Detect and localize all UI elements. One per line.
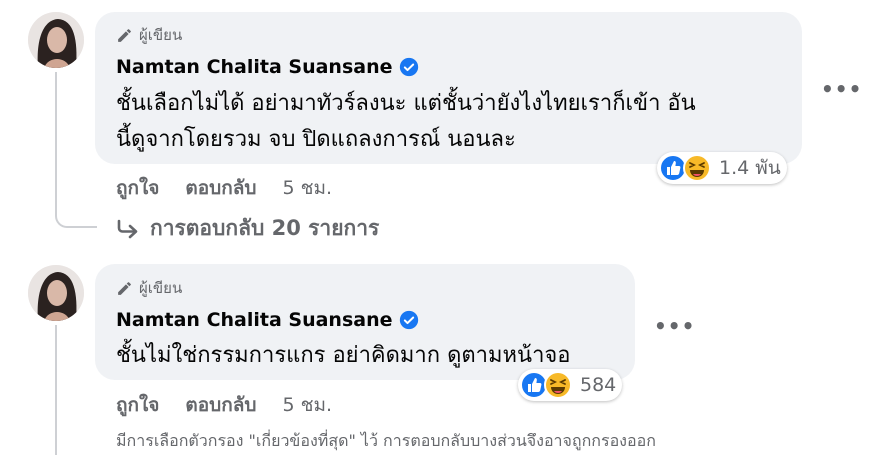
comment-text-line-1: ชั้นไม่ใช่กรรมการแกร อย่าคิดมาก ดูตามหน้… xyxy=(116,343,571,368)
comment-actions: ถูกใจ ตอบกลับ 5 ชม. xyxy=(116,390,332,420)
verified-badge-icon xyxy=(399,57,418,77)
like-button[interactable]: ถูกใจ xyxy=(116,390,159,420)
reply-button[interactable]: ตอบกลับ xyxy=(185,173,256,203)
author-name[interactable]: Namtan Chalita Suansane xyxy=(116,56,393,78)
reply-button[interactable]: ตอบกลับ xyxy=(185,390,256,420)
reactions-summary[interactable]: 584 xyxy=(518,369,623,401)
pencil-icon xyxy=(118,281,131,295)
comment-actions: ถูกใจ ตอบกลับ 5 ชม. xyxy=(116,173,332,203)
thread-line xyxy=(55,325,57,455)
more-options-icon[interactable]: ••• xyxy=(821,77,862,101)
author-name-row: Namtan Chalita Suansane xyxy=(116,56,419,78)
author-badge: ผู้เขียน xyxy=(116,23,182,47)
comment-timestamp[interactable]: 5 ชม. xyxy=(282,173,332,203)
haha-reaction-icon xyxy=(544,371,572,399)
comment-timestamp[interactable]: 5 ชม. xyxy=(282,390,332,420)
view-replies-label: การตอบกลับ 20 รายการ xyxy=(150,216,380,240)
verified-badge-icon xyxy=(399,310,418,330)
thread-connector xyxy=(55,200,97,228)
comment-text-line-1: ชั้นเลือกไม่ได้ อย่ามาทัวร์ลงนะ แต่ชั้นว… xyxy=(116,91,696,116)
author-name-row: Namtan Chalita Suansane xyxy=(116,309,419,331)
author-badge-label: ผู้เขียน xyxy=(139,26,183,44)
author-badge: ผู้เขียน xyxy=(116,276,182,300)
reaction-count: 584 xyxy=(580,374,617,396)
thread-line xyxy=(55,72,57,212)
more-options-icon[interactable]: ••• xyxy=(654,314,695,338)
reactions-summary[interactable]: 1.4 พัน xyxy=(657,152,787,184)
view-replies-link[interactable]: การตอบกลับ 20 รายการ xyxy=(116,212,379,245)
author-name[interactable]: Namtan Chalita Suansane xyxy=(116,309,393,331)
author-badge-label: ผู้เขียน xyxy=(139,279,183,297)
filter-notice: มีการเลือกตัวกรอง "เกี่ยวข้องที่สุด" ไว้… xyxy=(116,431,656,450)
avatar[interactable] xyxy=(28,265,84,321)
avatar[interactable] xyxy=(28,12,84,68)
comment-text-line-2: นี้ดูจากโดยรวม จบ ปิดแถลงการณ์ นอนละ xyxy=(116,127,516,152)
haha-reaction-icon xyxy=(683,154,711,182)
pencil-icon xyxy=(118,28,131,42)
like-button[interactable]: ถูกใจ xyxy=(116,173,159,203)
reaction-count: 1.4 พัน xyxy=(719,157,781,179)
reply-arrow-icon xyxy=(117,219,138,238)
